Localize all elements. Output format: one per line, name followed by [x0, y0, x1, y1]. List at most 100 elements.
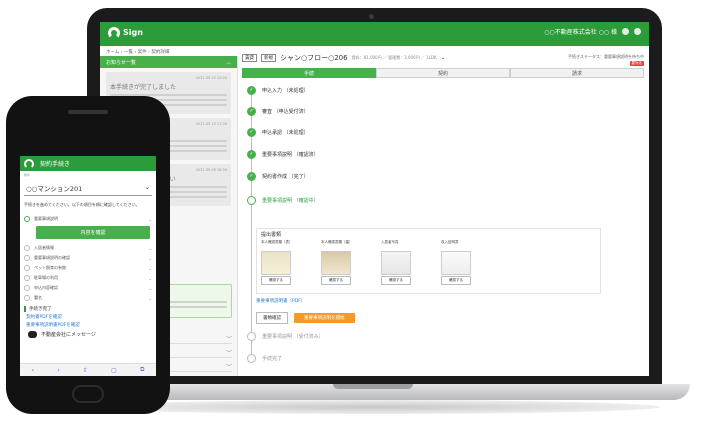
- chevron-down-icon: ⌄: [148, 265, 152, 271]
- step-label: 重要事項説明 （確認済）: [262, 152, 319, 158]
- tab-procedure[interactable]: 手続: [242, 68, 376, 78]
- step-label: 駐車場の利用: [34, 275, 58, 280]
- message-button[interactable]: 不動産会社にメッセージ: [28, 331, 148, 338]
- document-item: 入居者写真 確認する: [381, 240, 425, 285]
- step-label: 署名: [34, 295, 42, 300]
- property-select[interactable]: ○○マンション201 ⌄: [24, 181, 152, 196]
- check-icon: ✓: [247, 86, 256, 95]
- document-item: 本人確認書類（表） 確認する: [261, 240, 305, 285]
- confirm-button[interactable]: 確認する: [321, 276, 351, 285]
- tab-contract[interactable]: 契約: [376, 68, 510, 78]
- notice-date: 2021.05.10 12:00: [195, 76, 227, 80]
- phone-speaker: [68, 110, 108, 114]
- timeline-step[interactable]: 手続完了: [247, 354, 282, 363]
- chevron-down-icon: ⌄: [148, 216, 152, 222]
- property-meta: 賃料：81,000円 ／ 管理費：3,000円 ／ 1LDK: [351, 55, 437, 60]
- documents-title: 提出書類: [261, 232, 282, 238]
- main-content: 賃貸 新規 シャン○フロー○206 賃料：81,000円 ／ 管理費：3,000…: [242, 52, 644, 376]
- step-label: 重要事項説明 （受付済み）: [262, 334, 324, 340]
- home-button[interactable]: [72, 385, 104, 403]
- step-label: 申込内容確認: [34, 285, 58, 290]
- timeline-step[interactable]: ✓ 重要事項説明 （確認済）: [247, 150, 319, 159]
- documents-list: 本人確認書類（表） 確認する 本人確認書類（裏） 確認する 入居者写真 確認する…: [257, 240, 600, 285]
- select-label: 物件: [24, 173, 31, 177]
- tab-billing[interactable]: 請求: [510, 68, 644, 78]
- gear-icon[interactable]: [622, 28, 629, 35]
- chevron-down-icon: ⌄: [148, 245, 152, 251]
- step-label: 契約書作成 （完了）: [262, 174, 309, 180]
- phone-step[interactable]: 入居者情報 ⌄: [24, 243, 152, 253]
- pdf-link[interactable]: 重要事項説明書（PDF）: [256, 298, 305, 304]
- header-right: ○○不動産株式会社 ○○ 様: [544, 27, 641, 36]
- company-name: ○○不動産株式会社 ○○ 様: [544, 29, 617, 36]
- help-icon[interactable]: [634, 28, 641, 35]
- camera: [369, 14, 374, 19]
- document-thumbnail[interactable]: [261, 251, 291, 275]
- document-thumbnail[interactable]: [381, 251, 411, 275]
- notice-header[interactable]: お知らせ一覧 ︿: [100, 56, 237, 68]
- phone-step[interactable]: 重要事項説明 ⌄: [24, 214, 152, 224]
- status-badge: 要対応: [629, 61, 644, 66]
- intro-text: 手続きを進めてください。以下の項目を順に確認してください。: [24, 202, 140, 207]
- tab-bar: 手続 契約 請求: [242, 68, 644, 78]
- app-logo[interactable]: Sign: [108, 27, 143, 39]
- phone-step[interactable]: 駐車場の利用 ⌄: [24, 273, 152, 283]
- phone-screen: 契約手続き 物件 ○○マンション201 ⌄ 手続きを進めてください。以下の項目を…: [20, 156, 156, 376]
- phone-link[interactable]: 重要事項説明書PDFを確認: [26, 322, 150, 328]
- chevron-down-icon: ⌄: [148, 285, 152, 291]
- chevron-down-icon: ﹀: [225, 364, 232, 371]
- step-label: 手続完了: [262, 356, 283, 362]
- share-icon[interactable]: ⇧: [83, 367, 88, 374]
- step-pending-icon: [24, 295, 30, 301]
- back-icon[interactable]: ‹: [32, 367, 34, 374]
- phone-step[interactable]: 重要事項説明の確認 ⌄: [24, 253, 152, 263]
- chevron-down-icon[interactable]: ⌄: [441, 55, 446, 61]
- document-thumbnail[interactable]: [321, 251, 351, 275]
- confirm-button[interactable]: 確認する: [441, 276, 471, 285]
- secondary-button[interactable]: 書類確認: [256, 312, 288, 324]
- chevron-down-icon: ⌄: [144, 183, 150, 191]
- confirm-button[interactable]: 確認する: [261, 276, 291, 285]
- step-label: 申込入力 （未処理）: [262, 88, 309, 94]
- property-tag-new: 新規: [261, 54, 276, 62]
- property-tag: 賃貸: [242, 54, 257, 62]
- step-pending-icon: [24, 275, 30, 281]
- notice-header-title: お知らせ一覧: [106, 60, 136, 66]
- chevron-up-icon: ︿: [225, 60, 231, 66]
- phone-frame: 契約手続き 物件 ○○マンション201 ⌄ 手続きを進めてください。以下の項目を…: [6, 96, 170, 414]
- document-thumbnail[interactable]: [441, 251, 471, 275]
- timeline-step[interactable]: 重要事項説明 （受付済み）: [247, 332, 324, 341]
- timeline-step-active[interactable]: 重要事項説明 （確認中）: [247, 196, 319, 205]
- step-pending-icon: [24, 285, 30, 291]
- bookmarks-icon[interactable]: ▢: [111, 367, 117, 374]
- breadcrumb[interactable]: ホーム › 一覧 › 案件 › 契約詳細: [106, 49, 169, 55]
- logo-icon: [108, 27, 120, 39]
- phone-step[interactable]: ペット飼育の有無 ⌄: [24, 263, 152, 273]
- step-open-icon: [247, 196, 256, 205]
- step-label: 入居者情報: [34, 245, 54, 250]
- laptop-notch: [333, 384, 413, 389]
- desktop-screen: Sign ○○不動産株式会社 ○○ 様 ホーム › 一覧 › 案件 › 契約詳細…: [100, 22, 649, 376]
- confirm-content-button[interactable]: 内容を確認: [36, 226, 150, 239]
- phone-header: 契約手続き: [20, 156, 156, 171]
- check-icon: ✓: [247, 150, 256, 159]
- message-label: 不動産会社にメッセージ: [41, 332, 96, 338]
- phone-header-title: 契約手続き: [40, 161, 71, 168]
- step-label: 審査 （申込受付済）: [262, 109, 309, 115]
- timeline-step[interactable]: ✓ 契約書作成 （完了）: [247, 172, 309, 181]
- step-label: ペット飼育の有無: [34, 265, 66, 270]
- primary-button[interactable]: 重要事項説明を開始: [294, 313, 355, 323]
- app-header: Sign ○○不動産株式会社 ○○ 様: [100, 22, 649, 46]
- phone-step[interactable]: 署名 ⌄: [24, 293, 152, 303]
- tabs-icon[interactable]: ⧉: [140, 366, 144, 374]
- step-label: 申込承認 （未処理）: [262, 130, 309, 136]
- timeline-step[interactable]: ✓ 申込入力 （未処理）: [247, 86, 309, 95]
- timeline-step[interactable]: ✓ 審査 （申込受付済）: [247, 107, 309, 116]
- forward-icon[interactable]: ›: [57, 367, 59, 374]
- phone-step[interactable]: 申込内容確認 ⌄: [24, 283, 152, 293]
- timeline-step[interactable]: ✓ 申込承認 （未処理）: [247, 128, 309, 137]
- confirm-button[interactable]: 確認する: [381, 276, 411, 285]
- logo-icon: [24, 158, 34, 169]
- chevron-down-icon: ⌄: [148, 275, 152, 281]
- phone-link[interactable]: 契約書PDFを確認: [26, 314, 150, 320]
